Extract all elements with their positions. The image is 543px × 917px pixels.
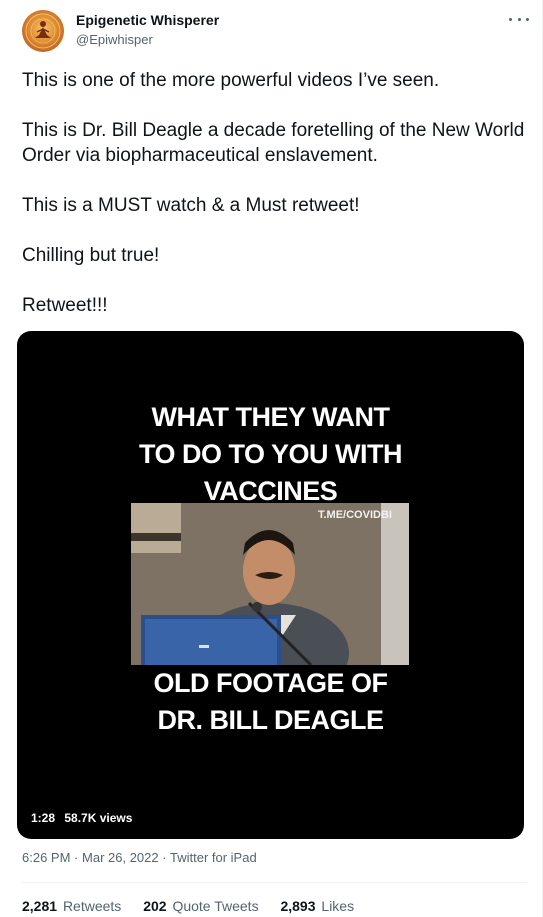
tweet-date[interactable]: Mar 26, 2022 bbox=[82, 850, 159, 865]
video-watermark: T.ME/COVIDBI bbox=[318, 509, 392, 521]
caption-line: OLD FOOTAGE OF bbox=[153, 668, 388, 698]
quote-tweets-stat[interactable]: 202 Quote Tweets bbox=[143, 898, 258, 914]
tweet-stats: 2,281 Retweets 202 Quote Tweets 2,893 Li… bbox=[22, 898, 372, 914]
tweet-container: Epigenetic Whisperer @Epiwhisper This is… bbox=[0, 0, 543, 917]
divider bbox=[22, 882, 527, 883]
quote-tweets-label: Quote Tweets bbox=[172, 898, 259, 914]
retweets-stat[interactable]: 2,281 Retweets bbox=[22, 898, 121, 914]
caption-line: WHAT THEY WANT bbox=[151, 402, 390, 432]
author-avatar[interactable] bbox=[22, 10, 64, 52]
likes-stat[interactable]: 2,893 Likes bbox=[280, 898, 354, 914]
likes-count: 2,893 bbox=[280, 898, 316, 914]
meta-separator: · bbox=[162, 850, 167, 865]
video-caption-bottom: OLD FOOTAGE OF DR. BILL DEAGLE bbox=[17, 665, 524, 739]
video-frame: T.ME/COVIDBI bbox=[131, 503, 409, 665]
likes-label: Likes bbox=[321, 898, 355, 914]
meditating-figure-icon bbox=[25, 13, 61, 49]
tweet-paragraph: This is Dr. Bill Deagle a decade foretel… bbox=[22, 120, 530, 166]
author-name[interactable]: Epigenetic Whisperer bbox=[76, 12, 219, 28]
video-caption-top: WHAT THEY WANT TO DO TO YOU WITH VACCINE… bbox=[17, 399, 524, 510]
tweet-paragraph: Chilling but true! bbox=[22, 245, 160, 266]
tweet-paragraph: This is one of the more powerful videos … bbox=[22, 70, 440, 91]
tweet-paragraph: This is a MUST watch & a Must retweet! bbox=[22, 195, 360, 216]
more-options-icon[interactable] bbox=[509, 12, 529, 26]
video-views: 58.7K views bbox=[64, 811, 133, 825]
video-meta: 1:28 58.7K views bbox=[31, 811, 138, 825]
tweet-source[interactable]: Twitter for iPad bbox=[170, 850, 257, 865]
video-player[interactable]: WHAT THEY WANT TO DO TO YOU WITH VACCINE… bbox=[17, 331, 524, 839]
video-duration: 1:28 bbox=[31, 811, 56, 825]
tweet-time[interactable]: 6:26 PM bbox=[22, 850, 70, 865]
caption-line: DR. BILL DEAGLE bbox=[157, 705, 384, 735]
retweets-label: Retweets bbox=[62, 898, 122, 914]
retweets-count: 2,281 bbox=[22, 898, 58, 914]
speaker-footage-image bbox=[131, 503, 409, 665]
caption-line: TO DO TO YOU WITH bbox=[138, 439, 403, 469]
meta-separator: · bbox=[74, 850, 79, 865]
quote-tweets-count: 202 bbox=[143, 898, 167, 914]
tweet-timestamp: 6:26 PM · Mar 26, 2022 · Twitter for iPa… bbox=[22, 850, 257, 865]
author-handle[interactable]: @Epiwhisper bbox=[76, 32, 153, 47]
tweet-text: This is one of the more powerful videos … bbox=[22, 68, 527, 343]
tweet-paragraph: Retweet!!! bbox=[22, 295, 108, 316]
